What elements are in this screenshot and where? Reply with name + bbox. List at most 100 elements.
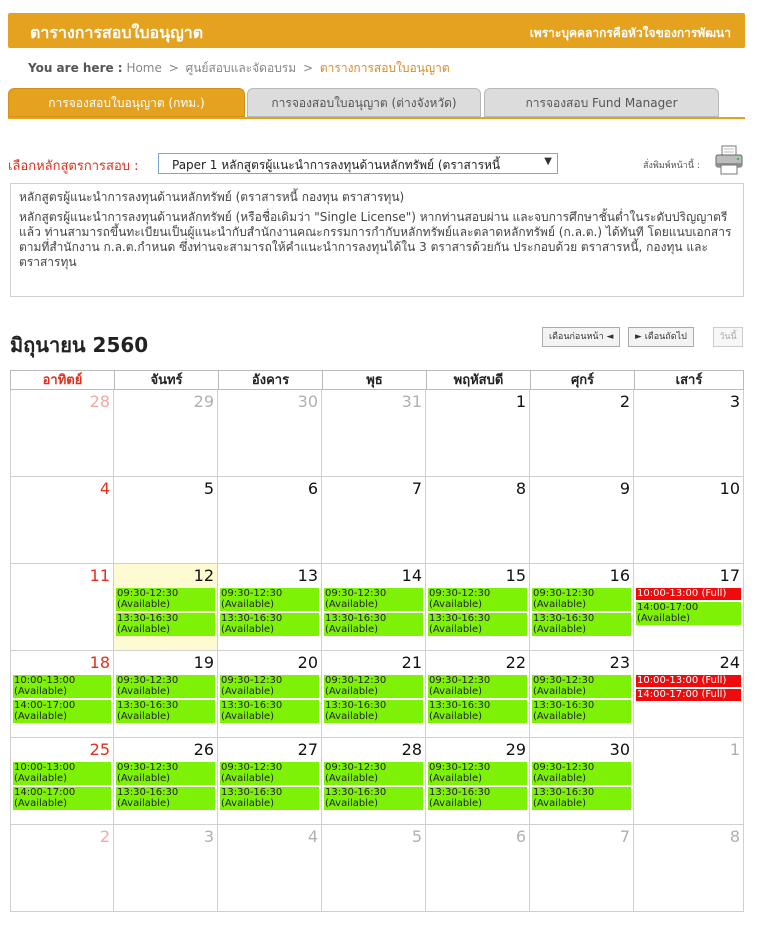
calendar-day-cell[interactable]: 26 09:30-12:30 (Available) 13:30-16:30 (Avai… [114,738,218,825]
exam-slot-available[interactable]: 13:30-16:30 (Available) [116,613,215,636]
calendar-day-cell[interactable]: 5 [114,477,218,564]
calendar-day-cell[interactable]: 30 [218,390,322,477]
prev-month-button[interactable]: เดือนก่อนหน้า ◄ [542,327,621,347]
calendar-day-cell[interactable]: 3 [114,825,218,912]
day-number: 28 [401,740,422,759]
exam-slot-available[interactable]: 13:30-16:30 (Available) [532,700,631,723]
calendar-day-cell[interactable]: 27 09:30-12:30 (Available) 13:30-16:30 (Avai… [218,738,322,825]
exam-slot-available[interactable]: 13:30-16:30 (Available) [324,700,423,723]
exam-slot-available[interactable]: 09:30-12:30 (Available) [532,762,631,785]
exam-slot-full: 10:00-13:00 (Full) [636,675,741,687]
calendar-day-cell[interactable]: 22 09:30-12:30 (Available) 13:30-16:30 (Avai… [426,651,530,738]
calendar-day-cell[interactable]: 31 [322,390,426,477]
calendar-day-cell[interactable]: 18 10:00-13:00 (Available) 14:00-17:00 (Avai… [10,651,114,738]
exam-slot-available[interactable]: 09:30-12:30 (Available) [220,675,319,698]
exam-slot-available[interactable]: 09:30-12:30 (Available) [532,675,631,698]
tab-provincial[interactable]: การจองสอบใบอนุญาต (ต่างจังหวัด) [247,88,481,117]
slot-status: (Available) [221,599,275,610]
next-month-button[interactable]: ► เดือนถัดไป [628,327,694,347]
exam-slot-available[interactable]: 09:30-12:30 (Available) [220,762,319,785]
exam-slot-available[interactable]: 13:30-16:30 (Available) [532,613,631,636]
exam-slot-available[interactable]: 09:30-12:30 (Available) [428,588,527,611]
slot-time: 09:30-12:30 [221,762,283,773]
calendar-day-cell[interactable]: 7 [530,825,634,912]
exam-slot-available[interactable]: 13:30-16:30 (Available) [324,787,423,810]
exam-slot-available[interactable]: 13:30-16:30 (Available) [428,787,527,810]
calendar-day-cell[interactable]: 1 [634,738,744,825]
calendar-day-cell[interactable]: 21 09:30-12:30 (Available) 13:30-16:30 (Avai… [322,651,426,738]
calendar-day-cell[interactable]: 9 [530,477,634,564]
exam-slot-available[interactable]: 09:30-12:30 (Available) [324,675,423,698]
calendar-day-cell[interactable]: 13 09:30-12:30 (Available) 13:30-16:30 (Avai… [218,564,322,651]
calendar-day-cell[interactable]: 25 10:00-13:00 (Available) 14:00-17:00 (Avai… [10,738,114,825]
calendar-day-cell[interactable]: 20 09:30-12:30 (Available) 13:30-16:30 (Avai… [218,651,322,738]
printer-icon[interactable] [713,144,745,176]
exam-slot-available[interactable]: 10:00-13:00 (Available) [13,675,111,698]
exam-slot-available[interactable]: 09:30-12:30 (Available) [532,588,631,611]
exam-slot-available[interactable]: 09:30-12:30 (Available) [220,588,319,611]
exam-slot-available[interactable]: 13:30-16:30 (Available) [116,700,215,723]
calendar-day-cell[interactable]: 2 [530,390,634,477]
day-number: 3 [729,392,740,411]
exam-slot-available[interactable]: 13:30-16:30 (Available) [220,700,319,723]
exam-slot-available[interactable]: 14:00-17:00 (Available) [636,602,741,625]
calendar-day-cell[interactable]: 1 [426,390,530,477]
calendar-day-cell[interactable]: 6 [426,825,530,912]
exam-slot-available[interactable]: 14:00-17:00 (Available) [13,700,111,723]
breadcrumb-home[interactable]: Home [126,61,161,75]
calendar-day-cell[interactable]: 16 09:30-12:30 (Available) 13:30-16:30 (Avai… [530,564,634,651]
calendar-day-cell[interactable]: 19 09:30-12:30 (Available) 13:30-16:30 (Avai… [114,651,218,738]
calendar-day-cell[interactable]: 5 [322,825,426,912]
calendar-day-cell[interactable]: 29 [114,390,218,477]
calendar-day-cell[interactable]: 3 [634,390,744,477]
calendar-day-cell[interactable]: 14 09:30-12:30 (Available) 13:30-16:30 (Avai… [322,564,426,651]
calendar-day-cell[interactable]: 28 09:30-12:30 (Available) 13:30-16:30 (Avai… [322,738,426,825]
exam-slot-available[interactable]: 09:30-12:30 (Available) [116,675,215,698]
today-button[interactable]: วันนี้ [713,327,743,347]
exam-slot-available[interactable]: 14:00-17:00 (Available) [13,787,111,810]
calendar-day-cell[interactable]: 4 [10,477,114,564]
exam-slot-available[interactable]: 09:30-12:30 (Available) [324,588,423,611]
slot-status: (Available) [221,624,275,635]
slot-status: (Available) [429,773,483,784]
calendar-day-cell[interactable]: 17 10:00-13:00 (Full) 14:00-17:00 (Availabl… [634,564,744,651]
exam-slot-available[interactable]: 09:30-12:30 (Available) [324,762,423,785]
calendar-day-cell[interactable]: 10 [634,477,744,564]
calendar-day-cell[interactable]: 24 10:00-13:00 (Full) 14:00-17:00 (Full) [634,651,744,738]
breadcrumb-exam-center[interactable]: ศูนย์สอบและจัดอบรม [186,61,297,75]
calendar-day-cell[interactable]: 2 [10,825,114,912]
calendar-day-cell[interactable]: 30 09:30-12:30 (Available) 13:30-16:30 (Avai… [530,738,634,825]
calendar-day-cell[interactable]: 28 [10,390,114,477]
calendar-day-cell[interactable]: 6 [218,477,322,564]
calendar-day-cell[interactable]: 15 09:30-12:30 (Available) 13:30-16:30 (Avai… [426,564,530,651]
exam-slot-available[interactable]: 13:30-16:30 (Available) [220,787,319,810]
exam-slot-available[interactable]: 13:30-16:30 (Available) [324,613,423,636]
header-bar: ตารางการสอบใบอนุญาต เพราะบุคคลากรคือหัวใ… [8,13,745,48]
day-number: 1 [515,392,526,411]
calendar-day-cell[interactable]: 4 [218,825,322,912]
calendar-day-cell[interactable]: 11 [10,564,114,651]
tab-fund-manager[interactable]: การจองสอบ Fund Manager [484,88,719,117]
course-select[interactable]: Paper 1 หลักสูตรผู้แนะนำการลงทุนด้านหลัก… [158,153,558,174]
calendar-day-cell[interactable]: 8 [426,477,530,564]
slot-status: (Available) [533,798,587,809]
exam-slot-available[interactable]: 09:30-12:30 (Available) [428,762,527,785]
exam-slot-available[interactable]: 13:30-16:30 (Available) [532,787,631,810]
calendar-day-cell[interactable]: 7 [322,477,426,564]
calendar-day-cell[interactable]: 8 [634,825,744,912]
calendar-day-cell[interactable]: 23 09:30-12:30 (Available) 13:30-16:30 (Avai… [530,651,634,738]
exam-slot-available[interactable]: 13:30-16:30 (Available) [220,613,319,636]
slot-status: (Available) [533,711,587,722]
exam-slot-available[interactable]: 13:30-16:30 (Available) [428,613,527,636]
calendar-day-cell[interactable]: 29 09:30-12:30 (Available) 13:30-16:30 (Avai… [426,738,530,825]
exam-slot-available[interactable]: 13:30-16:30 (Available) [116,787,215,810]
exam-slot-available[interactable]: 10:00-13:00 (Available) [13,762,111,785]
exam-slot-available[interactable]: 09:30-12:30 (Available) [116,588,215,611]
exam-slot-available[interactable]: 09:30-12:30 (Available) [428,675,527,698]
slot-time: 13:30-16:30 [325,613,387,624]
exam-slot-available[interactable]: 13:30-16:30 (Available) [428,700,527,723]
tab-bangkok[interactable]: การจองสอบใบอนุญาต (กทม.) [8,88,245,117]
calendar-day-cell[interactable]: 12 09:30-12:30 (Available) 13:30-16:30 (Avai… [114,564,218,651]
day-number: 13 [297,566,318,585]
exam-slot-available[interactable]: 09:30-12:30 (Available) [116,762,215,785]
